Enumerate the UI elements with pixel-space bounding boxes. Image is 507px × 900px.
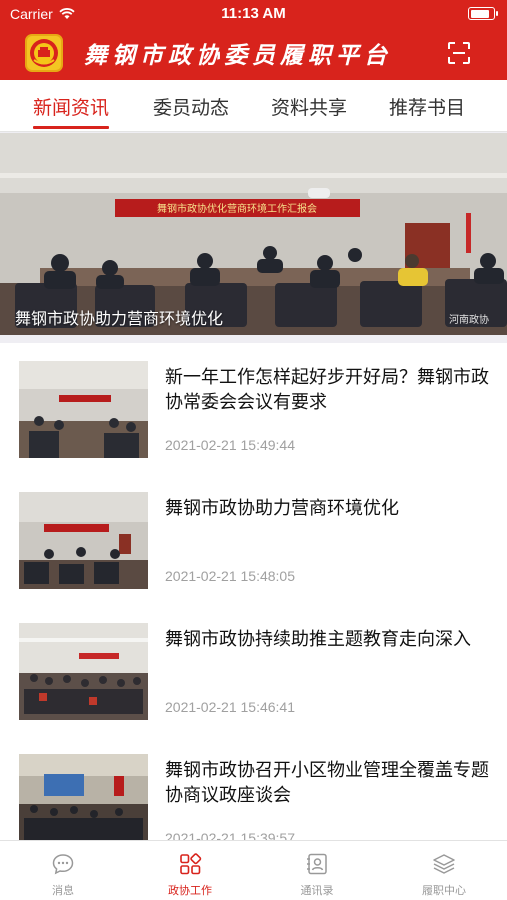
cppcc-emblem-icon <box>25 34 63 72</box>
app-header: 舞钢市政协委员履职平台 <box>0 28 507 80</box>
news-item[interactable]: 舞钢市政协持续助推主题教育走向深入 2021-02-21 15:46:41 <box>0 605 507 736</box>
tab-news[interactable]: 新闻资讯 <box>33 93 110 129</box>
news-thumbnail <box>19 492 148 589</box>
news-item[interactable]: 新一年工作怎样起好步开好局？舞钢市政协常委会会议有要求 2021-02-21 1… <box>0 343 507 474</box>
app-title: 舞钢市政协委员履职平台 <box>84 42 392 69</box>
tab-member-activities[interactable]: 委员动态 <box>153 93 229 120</box>
news-title: 新一年工作怎样起好步开好局？舞钢市政协常委会会议有要求 <box>165 367 489 413</box>
status-bar: Carrier 11:13 AM <box>0 0 507 28</box>
tab-label: 委员动态 <box>153 97 230 119</box>
tab-label: 推荐书目 <box>389 97 466 119</box>
news-date: 2021-02-21 15:48:05 <box>165 568 295 584</box>
tab-label: 资料共享 <box>271 97 348 119</box>
news-title: 舞钢市政协助力营商环境优化 <box>165 498 399 519</box>
news-thumbnail <box>19 361 148 458</box>
banner-caption: 舞钢市政协助力营商环境优化 <box>15 309 224 328</box>
status-time: 11:13 AM <box>221 5 286 22</box>
battery-level <box>470 9 490 18</box>
news-item[interactable]: 舞钢市政协召开小区物业管理全覆盖专题协商议政座谈会 2021-02-21 15:… <box>0 736 507 840</box>
tab-recommended-books[interactable]: 推荐书目 <box>389 93 465 120</box>
news-title: 舞钢市政协召开小区物业管理全覆盖专题协商议政座谈会 <box>165 760 489 806</box>
news-thumbnail <box>19 623 148 720</box>
tabbar-item-cppcc-work[interactable]: 政协工作 <box>127 841 253 900</box>
tabbar-label: 消息 <box>52 884 74 897</box>
scan-icon[interactable] <box>447 41 471 65</box>
bottom-tab-bar: 消息 政协工作 通讯录 履职中心 <box>0 840 507 900</box>
source-watermark: 河南政协 <box>449 315 489 326</box>
tabbar-label: 履职中心 <box>422 884 466 897</box>
news-date: 2021-02-21 15:46:41 <box>165 699 295 715</box>
contacts-icon <box>307 853 327 875</box>
tabbar-item-contacts[interactable]: 通讯录 <box>254 841 380 900</box>
news-date: 2021-02-21 15:39:57 <box>165 830 295 840</box>
featured-banner[interactable]: 舞钢市政协优化营商环境工作汇报会 舞钢市政协助力营商环境优化 河南政协 <box>0 133 507 335</box>
active-tab-indicator <box>33 126 110 129</box>
news-item[interactable]: 舞钢市政协助力营商环境优化 2021-02-21 15:48:05 <box>0 474 507 605</box>
grid-icon <box>180 853 202 875</box>
tabbar-item-messages[interactable]: 消息 <box>0 841 126 900</box>
tabbar-item-duty-center[interactable]: 履职中心 <box>381 841 507 900</box>
battery-icon <box>468 7 498 20</box>
tab-shared-materials[interactable]: 资料共享 <box>271 93 347 120</box>
layers-icon <box>433 854 455 874</box>
category-tabs: 新闻资讯 委员动态 资料共享 推荐书目 <box>0 80 507 132</box>
backdrop-banner-text: 舞钢市政协优化营商环境工作汇报会 <box>157 202 317 215</box>
news-title: 舞钢市政协持续助推主题教育走向深入 <box>165 629 471 650</box>
news-date: 2021-02-21 15:49:44 <box>165 437 295 453</box>
news-list: 新一年工作怎样起好步开好局？舞钢市政协常委会会议有要求 2021-02-21 1… <box>0 343 507 840</box>
tabbar-label: 通讯录 <box>300 884 334 897</box>
news-thumbnail <box>19 754 148 840</box>
message-icon <box>52 854 74 875</box>
tab-label: 新闻资讯 <box>33 97 110 119</box>
tabbar-label: 政协工作 <box>168 884 212 897</box>
